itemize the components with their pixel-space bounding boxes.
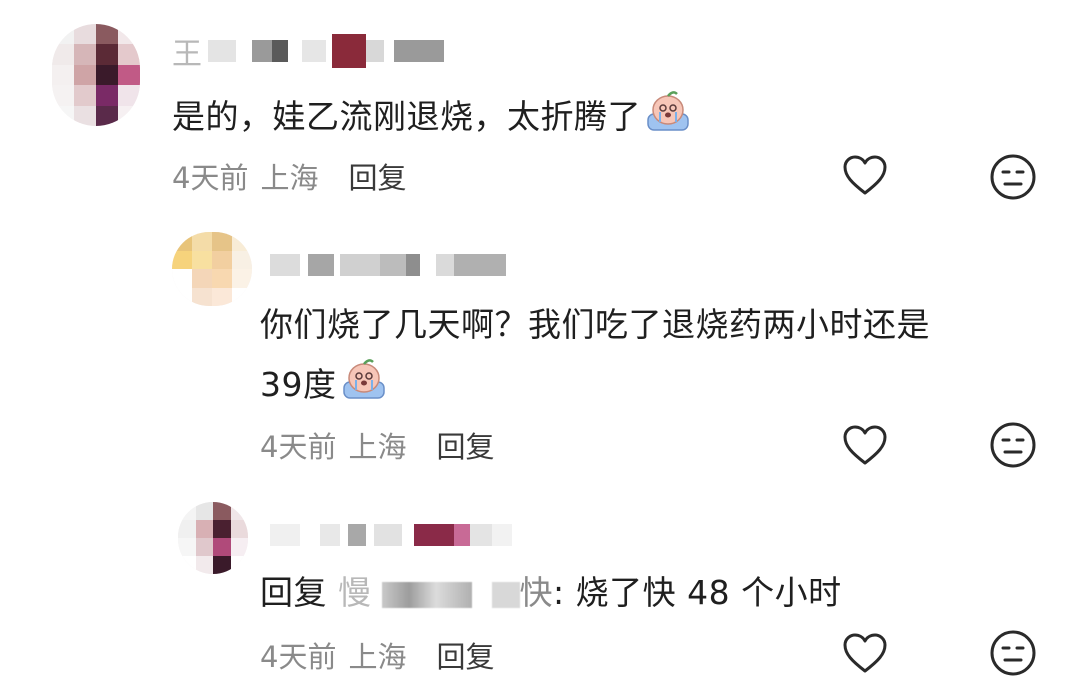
comment-item: 王 是的，娃乙流刚退烧，太折腾了 4天前 上海 回复 — [0, 0, 1080, 230]
crying-face-emoji-icon — [341, 356, 387, 402]
mention-start: 慢 — [338, 573, 372, 612]
meh-face-icon — [990, 630, 1036, 676]
dislike-button[interactable] — [988, 628, 1038, 678]
heart-outline-icon — [843, 425, 887, 465]
comment-text-line-1: 你们烧了几天啊？我们吃了退烧药两小时还是 — [260, 305, 930, 344]
comment-time: 4天前 — [260, 430, 337, 464]
mention-link[interactable]: 慢快 — [338, 573, 553, 612]
comment-text-content: 是的，娃乙流刚退烧，太折腾了 — [172, 97, 641, 136]
reply-prefix: 回复 — [260, 573, 327, 612]
mention-end: 快 — [519, 573, 553, 612]
mention-redacted — [491, 581, 520, 608]
comment-text: 是的，娃乙流刚退烧，太折腾了 — [172, 88, 691, 142]
like-button[interactable] — [840, 420, 890, 470]
username[interactable] — [270, 520, 512, 550]
comment-meta: 4天前 上海 回复 — [172, 155, 406, 197]
comment-text-content: 39度 — [260, 365, 337, 404]
comment-text: 你们烧了几天啊？我们吃了退烧药两小时还是 39度 — [260, 300, 930, 410]
meh-face-icon — [990, 422, 1036, 468]
comment-location: 上海 — [348, 430, 407, 464]
username[interactable]: 王 — [172, 34, 444, 72]
comment-location: 上海 — [348, 640, 407, 674]
comment-reply-item: 回复 慢快: 烧了快 48 个小时 4天前 上海 回复 — [0, 498, 1080, 692]
comment-time: 4天前 — [260, 640, 337, 674]
like-button[interactable] — [840, 628, 890, 678]
avatar[interactable] — [52, 24, 140, 126]
comment-meta: 4天前 上海 回复 — [260, 634, 494, 676]
comment-time: 4天前 — [172, 161, 249, 195]
reply-button[interactable]: 回复 — [436, 634, 494, 676]
username-text: 王 — [172, 37, 204, 72]
reply-button[interactable]: 回复 — [348, 155, 406, 197]
comment-location: 上海 — [260, 161, 319, 195]
crying-face-emoji-icon — [645, 88, 691, 134]
avatar[interactable] — [178, 502, 248, 574]
mention-redacted — [381, 581, 472, 608]
comment-text-content: : 烧了快 48 个小时 — [553, 573, 842, 612]
username[interactable] — [270, 250, 506, 280]
avatar[interactable] — [172, 232, 252, 306]
dislike-button[interactable] — [988, 152, 1038, 202]
heart-outline-icon — [843, 155, 887, 195]
comment-reply-item: 你们烧了几天啊？我们吃了退烧药两小时还是 39度 4天前 上海 回复 — [0, 230, 1080, 500]
reply-button[interactable]: 回复 — [436, 424, 494, 466]
dislike-button[interactable] — [988, 420, 1038, 470]
comment-text-line-2: 39度 — [260, 356, 930, 410]
comment-text: 回复 慢快: 烧了快 48 个小时 — [260, 568, 842, 618]
comment-meta: 4天前 上海 回复 — [260, 424, 494, 466]
meh-face-icon — [990, 154, 1036, 200]
heart-outline-icon — [843, 633, 887, 673]
like-button[interactable] — [840, 150, 890, 200]
